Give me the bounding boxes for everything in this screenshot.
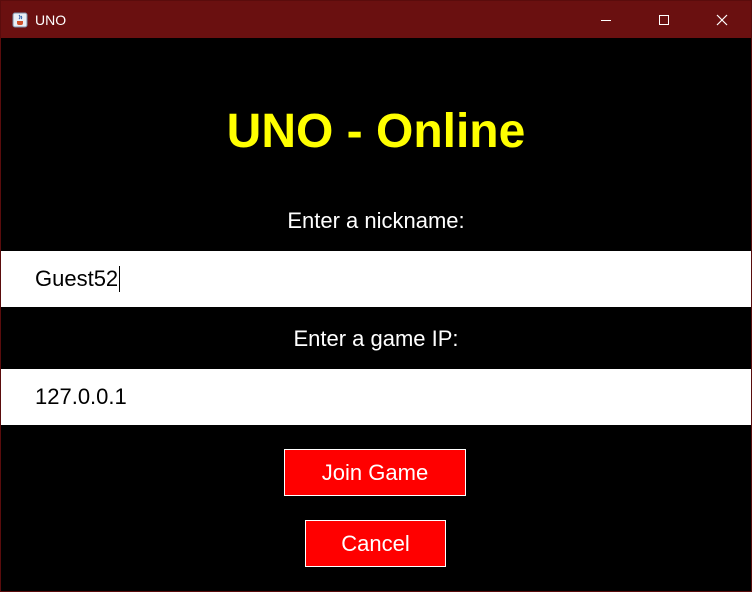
java-cup-icon	[12, 12, 28, 28]
main-panel: UNO - Online Enter a nickname: Guest52 E…	[1, 38, 751, 591]
game-ip-field[interactable]: 127.0.0.1	[1, 369, 751, 425]
nickname-label: Enter a nickname:	[287, 208, 465, 233]
close-button[interactable]	[693, 1, 751, 38]
cancel-button[interactable]: Cancel	[305, 520, 446, 567]
maximize-icon	[659, 14, 669, 25]
maximize-button[interactable]	[635, 1, 693, 38]
minimize-button[interactable]	[577, 1, 635, 38]
ip-label: Enter a game IP:	[293, 326, 459, 351]
app-window: UNO UNO - Online Enter a nickname: Guest…	[0, 0, 752, 592]
nickname-field[interactable]: Guest52	[1, 251, 751, 307]
join-game-button[interactable]: Join Game	[284, 449, 466, 496]
window-title: UNO	[35, 11, 67, 28]
window-controls	[577, 1, 751, 38]
game-ip-value: 127.0.0.1	[35, 384, 127, 409]
nickname-value: Guest52	[35, 266, 119, 291]
text-caret	[119, 266, 121, 292]
page-title: UNO - Online	[226, 105, 526, 158]
close-icon	[716, 14, 728, 25]
minimize-icon	[601, 19, 611, 21]
title-bar[interactable]: UNO	[1, 1, 751, 38]
